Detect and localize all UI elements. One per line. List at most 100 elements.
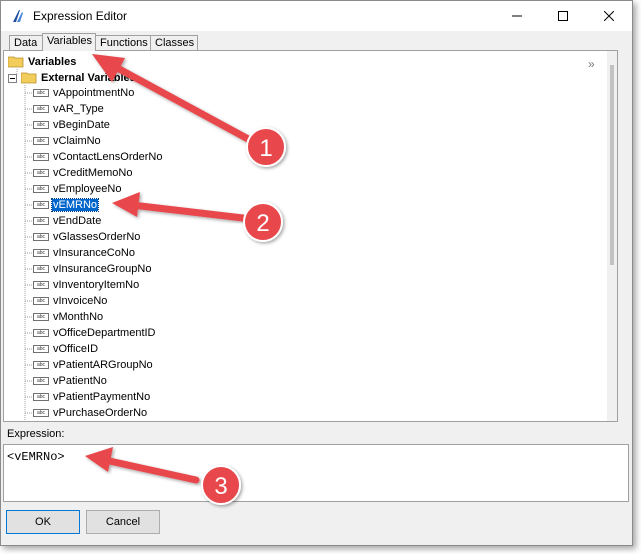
- tree-connector-icon: [25, 364, 33, 366]
- variable-label: vBeginDate: [53, 119, 110, 131]
- list-item[interactable]: abc vBeginDate: [25, 117, 111, 133]
- variable-label: vAR_Type: [53, 103, 104, 115]
- list-item[interactable]: abc vInventoryItemNo: [25, 277, 140, 293]
- variable-label: vInvoiceNo: [53, 295, 108, 307]
- string-variable-icon: abc: [33, 377, 49, 385]
- tree-connector-icon: [25, 380, 33, 382]
- string-variable-icon: abc: [33, 329, 49, 337]
- variable-label: vContactLensOrderNo: [53, 151, 163, 163]
- variables-tree[interactable]: Variables External Variables abc vAppoint…: [3, 50, 618, 422]
- list-item[interactable]: abc vAppointmentNo: [25, 85, 135, 101]
- list-item[interactable]: abc vOfficeDepartmentID: [25, 325, 157, 341]
- folder-icon: [21, 72, 37, 84]
- tree-node-variables[interactable]: Variables: [8, 54, 76, 70]
- minimize-button[interactable]: [494, 1, 540, 31]
- string-variable-icon: abc: [33, 361, 49, 369]
- string-variable-icon: abc: [33, 185, 49, 193]
- tab-data[interactable]: Data: [9, 35, 43, 50]
- variable-label: vGlassesOrderNo: [53, 231, 141, 243]
- list-item[interactable]: abc vAR_Type: [25, 101, 105, 117]
- expression-editor-window: Expression Editor Data Variables Functio…: [0, 0, 633, 546]
- list-item[interactable]: abc vPurchaseOrderNo: [25, 405, 148, 421]
- string-variable-icon: abc: [33, 297, 49, 305]
- title-bar[interactable]: Expression Editor: [1, 1, 632, 31]
- maximize-icon: [558, 11, 568, 21]
- folder-icon: [8, 56, 24, 68]
- list-item[interactable]: abc vInvoiceNo: [25, 293, 108, 309]
- string-variable-icon: abc: [33, 217, 49, 225]
- variable-label: vInsuranceGroupNo: [53, 263, 152, 275]
- list-item[interactable]: abc vOfficeID: [25, 341, 99, 357]
- tree-connector-icon: [25, 284, 33, 286]
- tree-connector-icon: [25, 412, 33, 414]
- ok-button[interactable]: OK: [6, 510, 80, 534]
- tree-connector-icon: [25, 220, 33, 222]
- tree-connector-icon: [25, 300, 33, 302]
- scrollbar-thumb[interactable]: [610, 65, 614, 265]
- variable-label: vEndDate: [53, 215, 102, 227]
- list-item[interactable]: abc vPatientPaymentNo: [25, 389, 151, 405]
- window-title: Expression Editor: [33, 9, 128, 23]
- tree-connector-icon: [25, 156, 33, 158]
- list-item[interactable]: abc vEndDate: [25, 213, 102, 229]
- tree-node-label: External Variables: [41, 72, 136, 84]
- tab-classes[interactable]: Classes: [150, 35, 198, 50]
- tree-connector-icon: [25, 204, 33, 206]
- variable-label: vInsuranceCoNo: [53, 247, 135, 259]
- minimize-icon: [512, 15, 522, 17]
- cancel-button[interactable]: Cancel: [86, 510, 160, 534]
- tree-connector-icon: [25, 396, 33, 398]
- tree-connector-icon: [25, 140, 33, 142]
- tab-functions[interactable]: Functions: [95, 35, 151, 50]
- close-icon: [604, 11, 614, 21]
- variable-label: vInventoryItemNo: [53, 279, 140, 291]
- list-item[interactable]: abc vEmployeeNo: [25, 181, 122, 197]
- string-variable-icon: abc: [33, 393, 49, 401]
- list-item[interactable]: abc vEMRNo: [25, 197, 100, 213]
- string-variable-icon: abc: [33, 249, 49, 257]
- list-item[interactable]: abc vInsuranceCoNo: [25, 245, 136, 261]
- tree-connector-icon: [25, 236, 33, 238]
- variable-label: vOfficeID: [53, 343, 99, 355]
- collapse-panel-icon[interactable]: »: [588, 57, 595, 71]
- string-variable-icon: abc: [33, 121, 49, 129]
- variable-label: vEMRNo: [50, 198, 100, 212]
- list-item[interactable]: abc vInsuranceGroupNo: [25, 261, 152, 277]
- tree-connector-icon: [25, 268, 33, 270]
- list-item[interactable]: abc vGlassesOrderNo: [25, 229, 141, 245]
- close-button[interactable]: [586, 1, 632, 31]
- maximize-button[interactable]: [540, 1, 586, 31]
- app-logo-icon: [13, 10, 23, 22]
- tree-node-external-variables[interactable]: External Variables: [8, 70, 136, 86]
- tree-connector-icon: [25, 92, 33, 94]
- string-variable-icon: abc: [33, 89, 49, 97]
- string-variable-icon: abc: [33, 345, 49, 353]
- string-variable-icon: abc: [33, 313, 49, 321]
- list-item[interactable]: abc vCreditMemoNo: [25, 165, 133, 181]
- string-variable-icon: abc: [33, 137, 49, 145]
- string-variable-icon: abc: [33, 409, 49, 417]
- tree-connector-icon: [25, 252, 33, 254]
- variable-label: vPatientARGroupNo: [53, 359, 153, 371]
- list-item[interactable]: abc vPatientNo: [25, 373, 108, 389]
- list-item[interactable]: abc vClaimNo: [25, 133, 102, 149]
- list-item[interactable]: abc vContactLensOrderNo: [25, 149, 163, 165]
- tree-connector-icon: [25, 188, 33, 190]
- variable-label: vPatientPaymentNo: [53, 391, 151, 403]
- variable-label: vClaimNo: [53, 135, 101, 147]
- expression-input[interactable]: <vEMRNo>: [3, 444, 629, 502]
- string-variable-icon: abc: [33, 105, 49, 113]
- tab-bar: Data Variables Functions Classes: [1, 31, 632, 51]
- tree-connector-icon: [25, 172, 33, 174]
- tree-scrollbar[interactable]: [607, 51, 617, 421]
- expression-label: Expression:: [7, 428, 65, 440]
- tab-variables[interactable]: Variables: [42, 33, 96, 51]
- tree-connector-icon: [25, 124, 33, 126]
- variable-label: vMonthNo: [53, 311, 104, 323]
- list-item[interactable]: abc vPatientARGroupNo: [25, 357, 154, 373]
- list-item[interactable]: abc vMonthNo: [25, 309, 104, 325]
- variable-label: vEmployeeNo: [53, 183, 122, 195]
- collapse-toggle-icon[interactable]: [8, 73, 17, 83]
- variable-label: vPatientNo: [53, 375, 107, 387]
- variable-label: vAppointmentNo: [53, 87, 135, 99]
